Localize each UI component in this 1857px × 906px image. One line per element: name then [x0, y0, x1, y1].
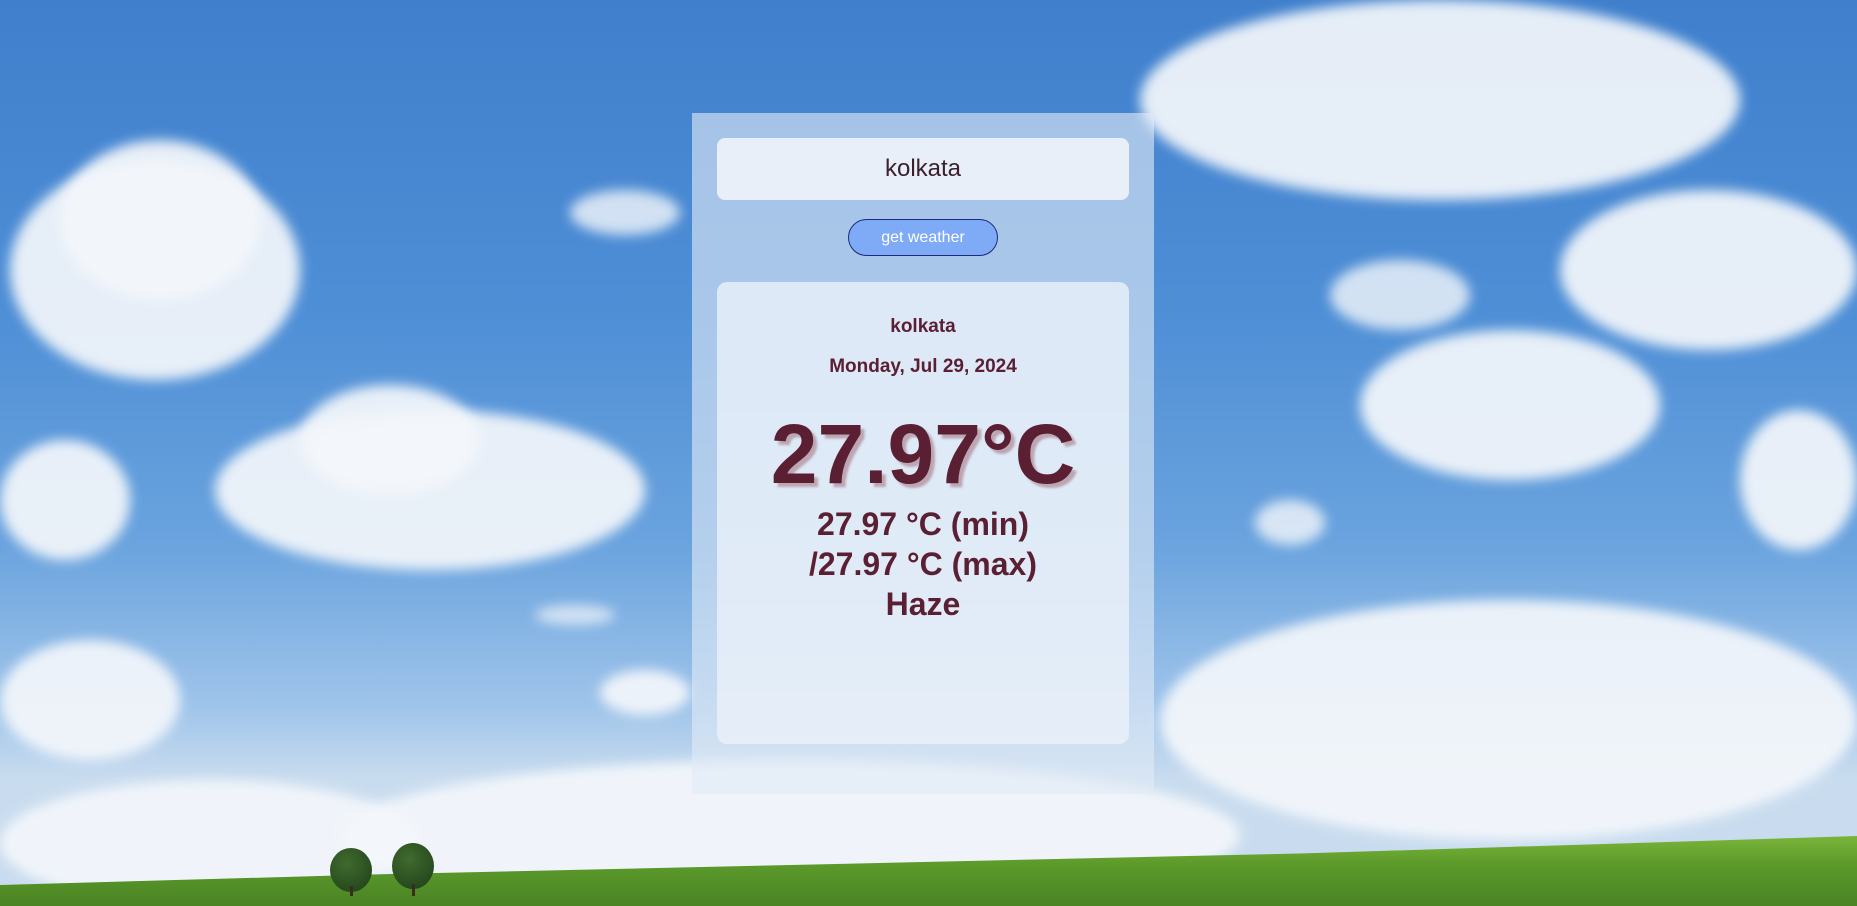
result-date: Monday, Jul 29, 2024 [829, 356, 1017, 377]
weather-app-page: get weather kolkata Monday, Jul 29, 2024… [0, 0, 1857, 906]
tree-right [392, 843, 434, 889]
weather-panel: get weather kolkata Monday, Jul 29, 2024… [692, 113, 1154, 794]
tree-trunk [412, 884, 415, 896]
temperature-range: 27.97 °C (min) /27.97 °C (max) [717, 504, 1129, 584]
max-temperature: /27.97 °C (max) [808, 546, 1037, 582]
result-city-name: kolkata [890, 316, 956, 337]
get-weather-button[interactable]: get weather [848, 219, 998, 256]
weather-condition: Haze [885, 586, 961, 622]
current-temperature: 27.97°C [770, 407, 1076, 501]
min-temperature: 27.97 °C (min) [817, 506, 1029, 542]
tree-trunk [350, 886, 353, 896]
city-search-input[interactable] [717, 138, 1129, 200]
weather-result-card: kolkata Monday, Jul 29, 2024 27.97°C 27.… [717, 282, 1129, 744]
